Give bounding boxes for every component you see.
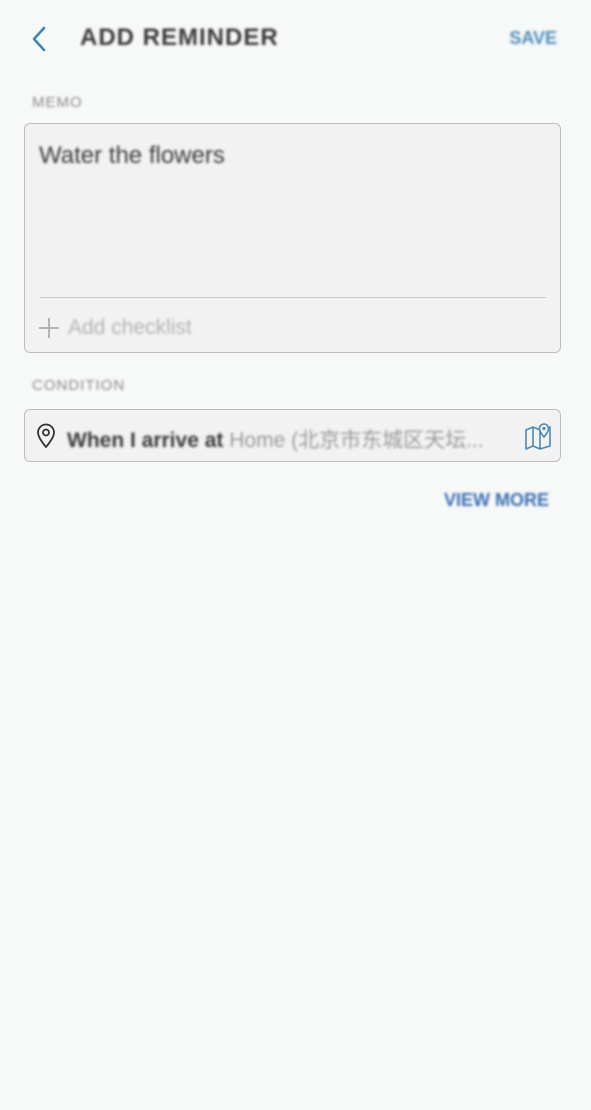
back-button[interactable] [22, 22, 56, 56]
condition-prefix: When I arrive at [67, 429, 224, 452]
view-more-button[interactable]: VIEW MORE [444, 490, 549, 511]
memo-text[interactable]: Water the flowers [39, 142, 225, 170]
condition-section-label: CONDITION [32, 377, 126, 394]
location-pin-icon [37, 423, 55, 448]
memo-divider [40, 297, 546, 298]
memo-field[interactable]: Water the flowers Add checklist [24, 123, 561, 353]
chevron-left-icon [32, 26, 46, 52]
plus-icon [39, 318, 59, 338]
add-checklist-button[interactable]: Add checklist [39, 316, 192, 340]
condition-field[interactable]: When I arrive at Home (北京市东城区天坛... [24, 409, 561, 462]
memo-section-label: MEMO [32, 94, 83, 111]
condition-text: When I arrive at Home (北京市东城区天坛... [67, 424, 512, 454]
page-title: ADD REMINDER [80, 24, 279, 51]
condition-place: Home (北京市东城区天坛... [229, 429, 484, 452]
app-header: ADD REMINDER SAVE [0, 0, 591, 78]
add-checklist-label: Add checklist [68, 316, 192, 339]
map-icon[interactable] [524, 422, 552, 450]
save-button[interactable]: SAVE [509, 28, 557, 49]
